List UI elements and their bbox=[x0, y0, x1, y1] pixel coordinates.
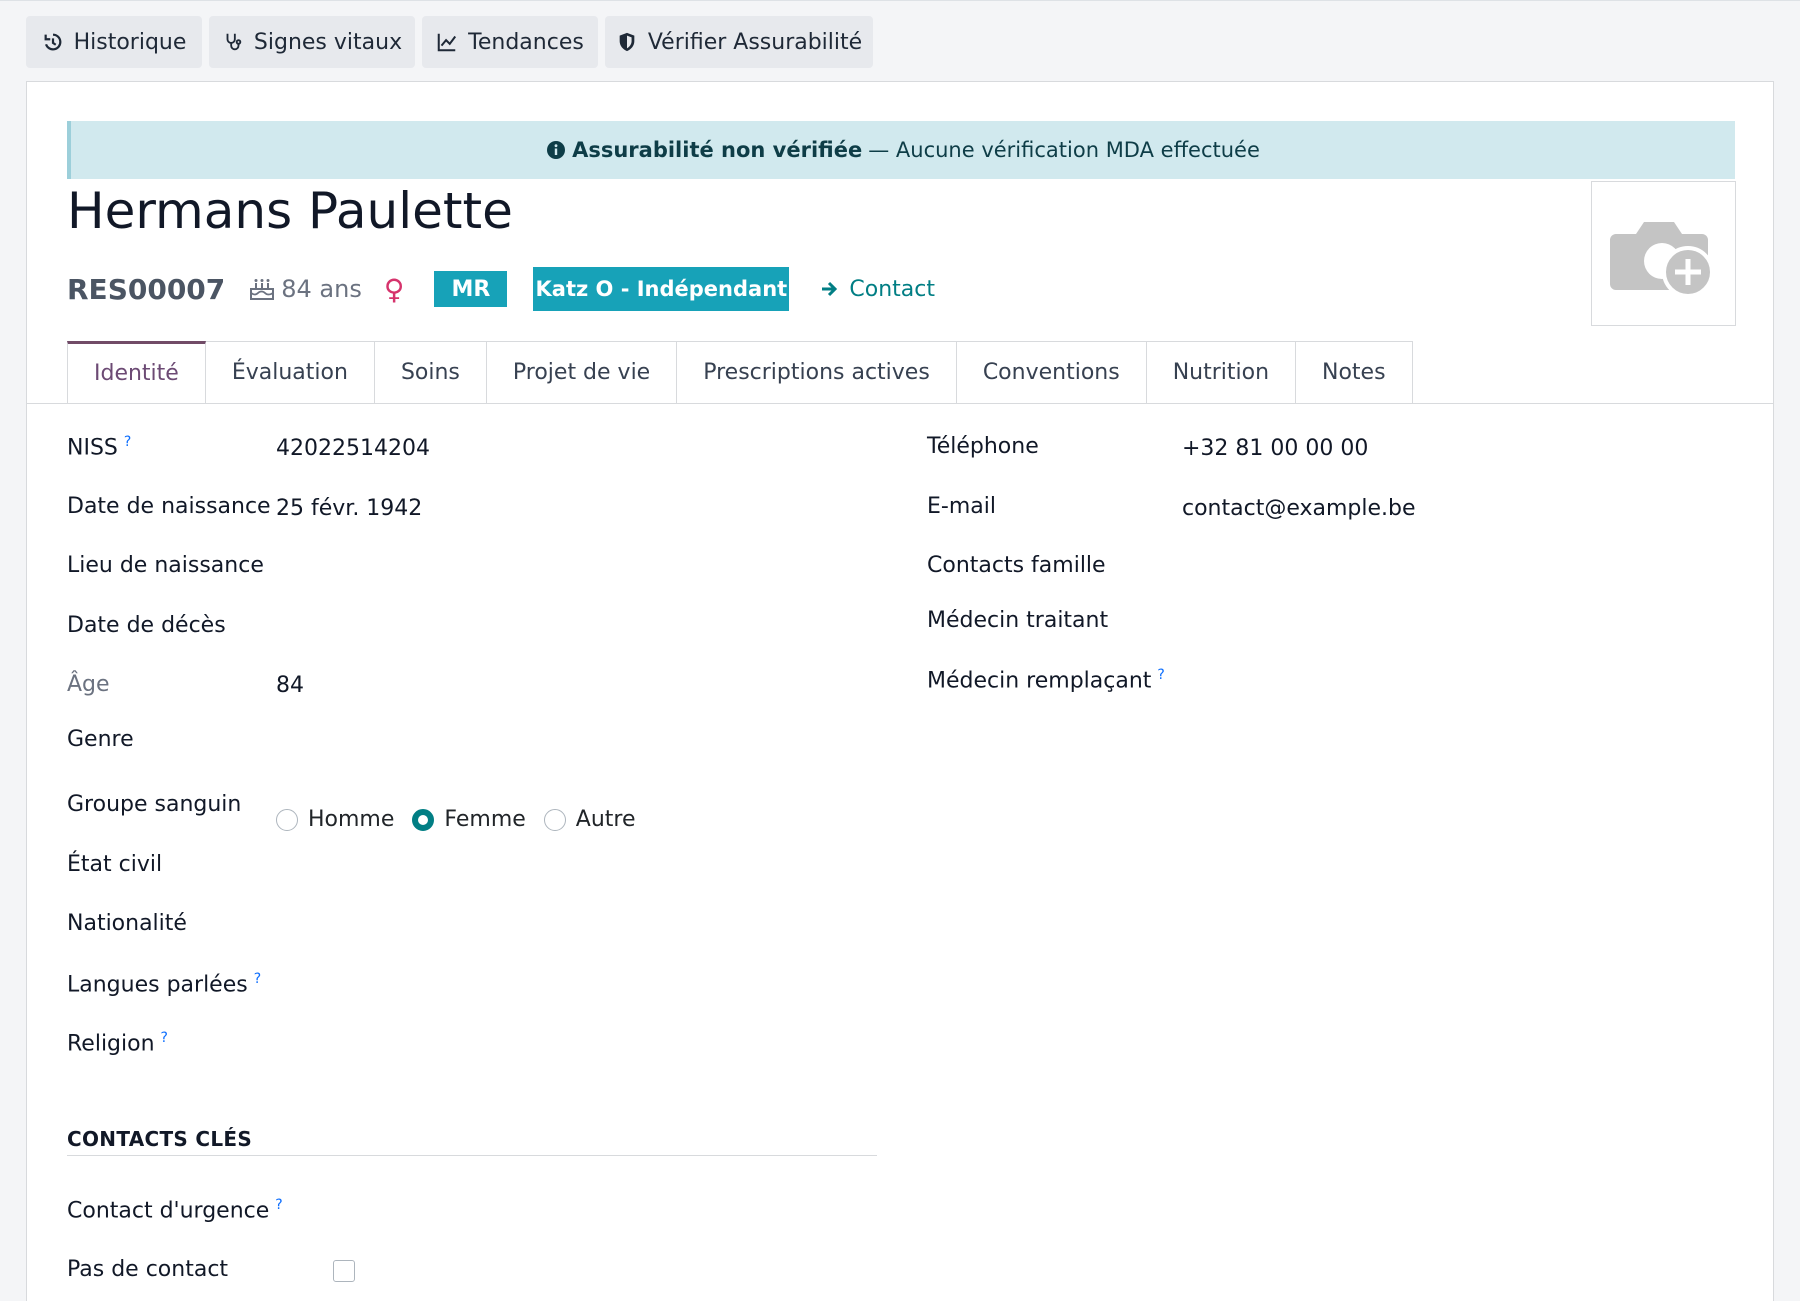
radio-femme[interactable] bbox=[412, 808, 435, 831]
tab-nutrition[interactable]: Nutrition bbox=[1146, 341, 1297, 404]
civil-label: État civil bbox=[67, 852, 163, 877]
gender-radio-group: Homme Femme Autre bbox=[276, 807, 640, 832]
stethoscope-icon bbox=[226, 33, 242, 51]
email-value[interactable]: contact@example.be bbox=[1182, 496, 1416, 521]
contact-link-label: Contact bbox=[849, 276, 935, 302]
birthday-cake-icon bbox=[250, 279, 275, 300]
badge-katz: Katz O - Indépendant bbox=[533, 267, 790, 311]
family-contacts-label: Contacts famille bbox=[927, 553, 1106, 578]
help-icon[interactable]: ? bbox=[275, 1197, 282, 1213]
tabs-divider bbox=[27, 403, 1773, 404]
info-icon bbox=[547, 141, 566, 159]
female-gender-icon: ♀ bbox=[383, 272, 405, 306]
tab-prescriptions-actives[interactable]: Prescriptions actives bbox=[677, 341, 957, 404]
phone-label: Téléphone bbox=[927, 434, 1039, 459]
dod-label: Date de décès bbox=[67, 613, 226, 638]
patient-age: 84 ans bbox=[249, 275, 362, 303]
niss-value[interactable]: 42022514204 bbox=[276, 436, 430, 461]
gender-option-homme[interactable]: Homme bbox=[276, 807, 394, 832]
tab-conventions[interactable]: Conventions bbox=[956, 341, 1147, 404]
radio-homme[interactable] bbox=[276, 808, 298, 831]
form-tabs: Identité Évaluation Soins Projet de vie … bbox=[67, 341, 1413, 404]
arrow-right-icon bbox=[822, 281, 838, 297]
patient-reference: RES00007 bbox=[67, 272, 226, 306]
religion-label: Religion? bbox=[67, 1030, 168, 1057]
trends-label: Tendances bbox=[468, 29, 584, 55]
email-label: E-mail bbox=[927, 494, 996, 519]
history-button[interactable]: Historique bbox=[26, 16, 202, 68]
no-contact-checkbox[interactable] bbox=[333, 1260, 355, 1282]
history-icon bbox=[44, 33, 61, 51]
no-contact-label: Pas de contact bbox=[67, 1257, 229, 1282]
line-chart-icon bbox=[437, 33, 457, 52]
verify-insurability-button[interactable]: Vérifier Assurabilité bbox=[605, 16, 873, 68]
verify-label: Vérifier Assurabilité bbox=[647, 29, 863, 55]
contact-link[interactable]: Contact bbox=[819, 277, 935, 302]
blood-label: Groupe sanguin bbox=[67, 792, 242, 817]
alert-title: Assurabilité non vérifiée bbox=[572, 138, 863, 162]
insurability-alert: Assurabilité non vérifiée — Aucune vérif… bbox=[67, 121, 1735, 179]
emergency-contact-label: Contact d'urgence? bbox=[67, 1197, 283, 1224]
replacement-doctor-label: Médecin remplaçant? bbox=[927, 667, 1165, 694]
top-toolbar: Historique Signes vitaux Tendances Vérif… bbox=[0, 0, 1800, 80]
vitals-label: Signes vitaux bbox=[253, 29, 403, 55]
patient-age-text: 84 ans bbox=[281, 275, 362, 303]
radio-autre[interactable] bbox=[543, 808, 566, 831]
age-label: Âge bbox=[67, 672, 110, 697]
badge-mr: MR bbox=[434, 271, 508, 307]
tab-soins[interactable]: Soins bbox=[374, 341, 487, 404]
patient-form-sheet: Assurabilité non vérifiée — Aucune vérif… bbox=[26, 81, 1774, 1301]
history-label: Historique bbox=[73, 29, 187, 55]
nationality-label: Nationalité bbox=[67, 911, 187, 936]
pob-label: Lieu de naissance bbox=[67, 553, 264, 578]
phone-value[interactable]: +32 81 00 00 00 bbox=[1182, 436, 1368, 461]
doctor-label: Médecin traitant bbox=[927, 608, 1109, 633]
tab-projet-de-vie[interactable]: Projet de vie bbox=[486, 341, 678, 404]
patient-photo-upload[interactable] bbox=[1591, 181, 1736, 326]
key-contacts-divider bbox=[67, 1155, 877, 1156]
vitals-button[interactable]: Signes vitaux bbox=[209, 16, 415, 68]
trends-button[interactable]: Tendances bbox=[422, 16, 598, 68]
gender-option-femme[interactable]: Femme bbox=[412, 807, 526, 832]
help-icon[interactable]: ? bbox=[161, 1030, 168, 1046]
patient-name: Hermans Paulette bbox=[67, 182, 513, 240]
gender-label: Genre bbox=[67, 727, 134, 752]
tab-notes[interactable]: Notes bbox=[1296, 341, 1413, 404]
help-icon[interactable]: ? bbox=[124, 434, 131, 450]
alert-message: — Aucune vérification MDA effectuée bbox=[868, 138, 1260, 162]
shield-icon bbox=[619, 32, 635, 52]
dob-value[interactable]: 25 févr. 1942 bbox=[276, 496, 422, 521]
camera-add-icon bbox=[1609, 221, 1714, 298]
gender-option-autre[interactable]: Autre bbox=[543, 807, 636, 832]
tab-identite[interactable]: Identité bbox=[67, 341, 206, 404]
key-contacts-title: CONTACTS CLÉS bbox=[67, 1127, 253, 1151]
niss-label: NISS? bbox=[67, 434, 132, 461]
dob-label: Date de naissance bbox=[67, 494, 271, 519]
languages-label: Langues parlées? bbox=[67, 971, 262, 998]
patient-meta-row: RES00007 84 ans ♀ MR Katz O - Indépendan… bbox=[67, 267, 935, 311]
help-icon[interactable]: ? bbox=[254, 971, 261, 987]
help-icon[interactable]: ? bbox=[1157, 667, 1164, 683]
age-value: 84 bbox=[276, 673, 304, 698]
tab-evaluation[interactable]: Évaluation bbox=[205, 341, 375, 404]
